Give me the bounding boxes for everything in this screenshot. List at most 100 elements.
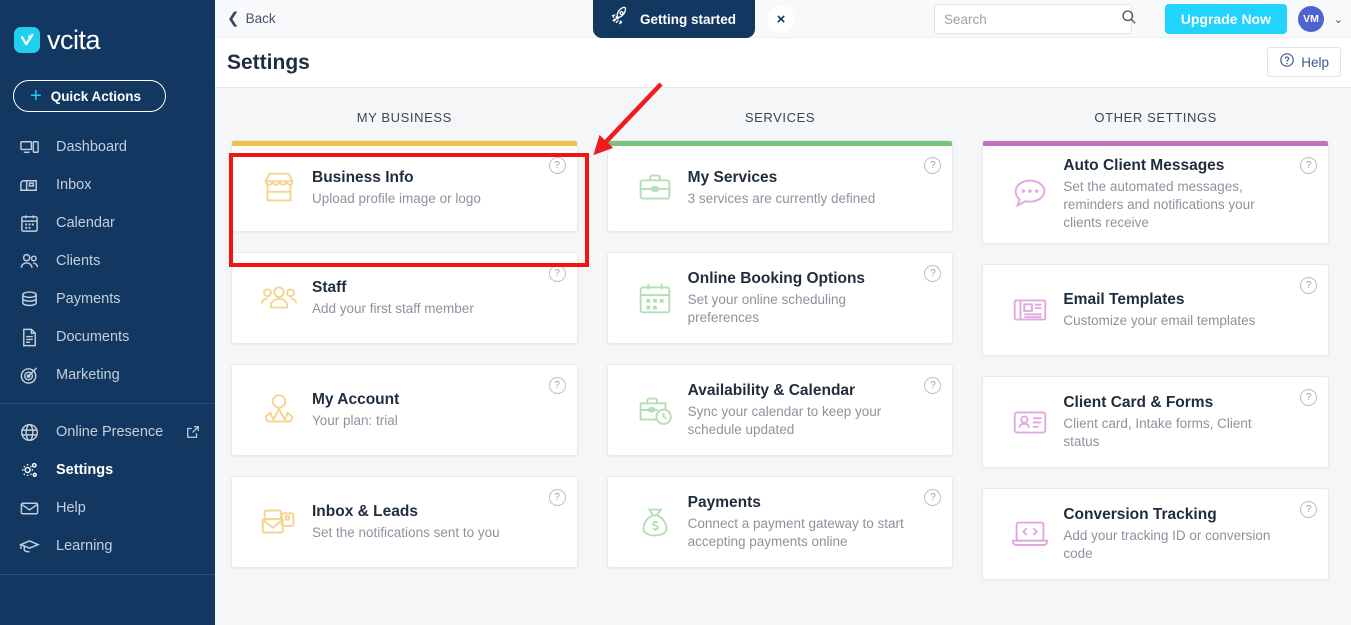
sidebar-item-marketing[interactable]: Marketing <box>0 356 215 394</box>
card-help-icon[interactable]: ? <box>924 489 942 506</box>
quick-actions-button[interactable]: + Quick Actions <box>13 80 166 112</box>
card-help-icon[interactable]: ? <box>548 265 566 282</box>
card-title: Conversion Tracking <box>1063 506 1217 524</box>
group-people-icon <box>246 276 312 320</box>
brand-logo[interactable]: vcita <box>0 18 215 58</box>
sidebar-item-inbox[interactable]: Inbox <box>0 166 215 204</box>
sidebar-item-settings[interactable]: Settings <box>0 451 215 489</box>
chevron-left-icon: ❮ <box>227 10 240 27</box>
card-text: My Services 3 services are currently def… <box>688 169 913 208</box>
card-text: Availability & Calendar Sync your calend… <box>688 382 913 439</box>
column-services: SERVICES My Services 3 services are curr… <box>606 110 954 600</box>
card-online-booking-options[interactable]: Online Booking Options Set your online s… <box>606 252 954 344</box>
briefcase-clock-icon <box>622 388 688 432</box>
card-accent-bar <box>607 141 953 146</box>
sidebar-item-calendar[interactable]: Calendar <box>0 204 215 242</box>
card-staff[interactable]: Staff Add your first staff member ? <box>231 252 578 344</box>
card-text: Inbox & Leads Set the notifications sent… <box>312 503 537 542</box>
card-title: Online Booking Options <box>687 269 866 287</box>
card-subtitle: Set the notifications sent to you <box>312 524 500 540</box>
sidebar-item-payments[interactable]: Payments <box>0 280 215 318</box>
card-email-templates[interactable]: Email Templates Customize your email tem… <box>982 264 1330 357</box>
sidebar-item-label: Inbox <box>56 177 92 193</box>
search-icon <box>1121 9 1137 30</box>
sidebar-item-label: Documents <box>56 329 130 345</box>
card-help-icon[interactable]: ? <box>924 157 942 174</box>
close-icon[interactable]: × <box>767 5 795 33</box>
calendar-grid-icon <box>622 276 688 320</box>
sidebar-item-clients[interactable]: Clients <box>0 242 215 280</box>
card-help-icon[interactable]: ? <box>1300 501 1318 519</box>
card-help-icon[interactable]: ? <box>924 377 942 394</box>
help-button[interactable]: Help <box>1267 47 1341 77</box>
laptop-code-icon <box>997 512 1063 556</box>
card-subtitle: 3 services are currently defined <box>687 190 876 206</box>
page-header: Settings Help <box>215 38 1351 88</box>
getting-started-label: Getting started <box>640 11 737 27</box>
graduation-cap-icon <box>17 534 41 558</box>
inbox-leads-icon <box>246 500 312 544</box>
card-inbox-leads[interactable]: Inbox & Leads Set the notifications sent… <box>231 476 578 568</box>
card-text: Online Booking Options Set your online s… <box>688 270 913 327</box>
sidebar-item-help[interactable]: Help <box>0 489 215 527</box>
card-help-icon[interactable]: ? <box>1300 389 1318 407</box>
card-help-icon[interactable]: ? <box>924 265 942 282</box>
person-suit-icon <box>246 388 312 432</box>
card-payments[interactable]: Payments Connect a payment gateway to st… <box>606 476 954 568</box>
column-title: OTHER SETTINGS <box>1094 110 1217 125</box>
settings-columns: MY BUSINESS Business Info Upload profile… <box>215 110 1351 600</box>
marketing-icon <box>17 363 41 387</box>
back-button[interactable]: ❮ Back <box>227 11 276 26</box>
gear-icon <box>17 458 41 482</box>
card-help-icon[interactable]: ? <box>548 489 566 506</box>
card-help-icon[interactable]: ? <box>1300 277 1318 295</box>
sidebar-item-online-presence[interactable]: Online Presence <box>0 413 215 451</box>
card-text: Business Info Upload profile image or lo… <box>312 169 537 208</box>
column-other-settings: OTHER SETTINGS Auto Client Messages Set … <box>982 110 1330 600</box>
card-auto-client-messages[interactable]: Auto Client Messages Set the automated m… <box>982 140 1330 245</box>
search-input[interactable] <box>944 11 1121 27</box>
card-my-services[interactable]: My Services 3 services are currently def… <box>606 140 954 232</box>
getting-started-tab[interactable]: Getting started <box>593 0 756 38</box>
card-subtitle: Connect a payment gateway to start accep… <box>687 515 904 549</box>
storefront-icon <box>246 166 312 210</box>
card-help-icon[interactable]: ? <box>548 157 566 174</box>
card-help-icon[interactable]: ? <box>1300 157 1318 174</box>
page-title: Settings <box>227 50 310 74</box>
search-box[interactable] <box>934 4 1136 34</box>
external-link-icon <box>186 425 200 439</box>
card-title: Inbox & Leads <box>312 502 418 520</box>
rocket-icon <box>609 6 630 32</box>
card-availability-calendar[interactable]: Availability & Calendar Sync your calend… <box>606 364 954 456</box>
card-client-card-forms[interactable]: Client Card & Forms Client card, Intake … <box>982 376 1330 469</box>
card-help-icon[interactable]: ? <box>548 377 566 394</box>
sidebar-item-label: Clients <box>56 253 101 269</box>
upgrade-now-button[interactable]: Upgrade Now <box>1164 4 1287 34</box>
brand-name: vcita <box>47 24 101 55</box>
payments-icon <box>17 287 41 311</box>
sidebar-item-label: Dashboard <box>56 139 127 155</box>
card-subtitle: Sync your calendar to keep your schedule… <box>687 403 882 437</box>
card-title: My Services <box>687 168 778 186</box>
quick-actions-label: Quick Actions <box>50 88 141 104</box>
column-my-business: MY BUSINESS Business Info Upload profile… <box>231 110 578 600</box>
back-label: Back <box>245 11 276 26</box>
dashboard-icon <box>17 135 41 159</box>
avatar[interactable]: VM <box>1298 6 1324 32</box>
globe-icon <box>17 420 41 444</box>
card-text: My Account Your plan: trial <box>312 391 537 430</box>
vcita-logo-icon <box>14 27 40 53</box>
card-text: Payments Connect a payment gateway to st… <box>688 494 913 551</box>
card-conversion-tracking[interactable]: Conversion Tracking Add your tracking ID… <box>982 488 1330 581</box>
sidebar-item-label: Online Presence <box>56 424 164 440</box>
newspaper-icon <box>997 288 1063 332</box>
card-my-account[interactable]: My Account Your plan: trial ? <box>231 364 578 456</box>
card-business-info[interactable]: Business Info Upload profile image or lo… <box>231 140 578 232</box>
column-title: SERVICES <box>744 110 816 125</box>
sidebar-item-dashboard[interactable]: Dashboard <box>0 128 215 166</box>
chevron-down-icon[interactable]: ⌄ <box>1334 13 1343 26</box>
sidebar-item-learning[interactable]: Learning <box>0 527 215 565</box>
card-subtitle: Client card, Intake forms, Client status <box>1063 416 1252 449</box>
sidebar-nav: Dashboard Inbox Calendar Clients Payment… <box>0 128 215 584</box>
sidebar-item-documents[interactable]: Documents <box>0 318 215 356</box>
